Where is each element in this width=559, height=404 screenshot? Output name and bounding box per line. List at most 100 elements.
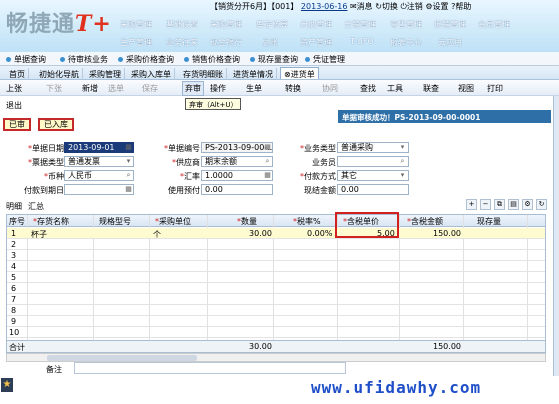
menu-item[interactable]: 采购管理: [210, 19, 242, 30]
menu-item[interactable]: 业务往来: [166, 37, 198, 48]
table-row[interactable]: 7: [7, 294, 545, 305]
tab-inbound[interactable]: 采购入库单: [128, 68, 175, 80]
menu-item[interactable]: 资产管理: [300, 37, 332, 48]
insert-row-icon[interactable]: +: [466, 199, 477, 210]
menu-item[interactable]: 现金银行: [210, 37, 242, 48]
calendar-icon[interactable]: ▦: [124, 143, 133, 152]
menu-item[interactable]: 基础设置: [166, 19, 198, 30]
table-row[interactable]: 10: [7, 327, 545, 338]
menu-item[interactable]: 总账: [262, 37, 278, 48]
messages-icon[interactable]: ✉: [350, 2, 357, 11]
calendar-icon[interactable]: ▦: [124, 185, 133, 194]
tab-detail[interactable]: 明细: [6, 201, 22, 212]
next-button[interactable]: 下张: [46, 83, 62, 94]
cell-qty[interactable]: 30.00: [249, 229, 272, 238]
prepay-field[interactable]: 0.00: [201, 184, 273, 195]
settings-link[interactable]: 设置: [433, 2, 449, 11]
favorite-star-icon[interactable]: ★: [1, 378, 13, 392]
select-button[interactable]: 选单: [108, 83, 124, 94]
link-query-button[interactable]: 联查: [423, 83, 439, 94]
quick-item[interactable]: 待审核业务: [60, 54, 108, 65]
help-link[interactable]: 帮助: [455, 2, 471, 11]
quick-item[interactable]: 单据查询: [6, 54, 46, 65]
menu-item[interactable]: 生产管理: [120, 37, 152, 48]
table-row[interactable]: 6: [7, 283, 545, 294]
tools-button[interactable]: 工具: [387, 83, 403, 94]
menu-item[interactable]: 会员管理: [478, 19, 510, 30]
table-row[interactable]: 5: [7, 272, 545, 283]
copy-row-icon[interactable]: ⧉: [494, 199, 505, 210]
quick-item[interactable]: 销售价格查询: [184, 54, 240, 65]
menu-item[interactable]: 报表中心: [390, 37, 422, 48]
generate-button[interactable]: 生单: [246, 83, 262, 94]
quick-item[interactable]: 凭证管理: [305, 54, 345, 65]
unapprove-button[interactable]: 弃审: [182, 81, 204, 96]
collab-button[interactable]: 协同: [322, 83, 338, 94]
col-header-unit[interactable]: *采购单位: [155, 216, 191, 227]
table-row[interactable]: 2: [7, 239, 545, 250]
col-header-amount[interactable]: *含税金额: [407, 216, 443, 227]
settings-icon[interactable]: ⚙: [425, 2, 432, 11]
search-icon[interactable]: ⌕: [124, 171, 133, 180]
dropdown-arrow-icon[interactable]: ▾: [398, 143, 407, 152]
prev-button[interactable]: 上张: [6, 83, 22, 94]
search-icon[interactable]: ⌕: [263, 157, 272, 166]
menu-item[interactable]: 采购管理: [120, 19, 152, 30]
col-header-name[interactable]: *存货名称: [33, 216, 69, 227]
col-header-qty[interactable]: *数量: [237, 216, 257, 227]
menu-item[interactable]: 促销管理: [434, 19, 466, 30]
view-button[interactable]: 视图: [458, 83, 474, 94]
menu-item[interactable]: 零售管理: [390, 19, 422, 30]
new-button[interactable]: 新增: [82, 83, 98, 94]
remark-field[interactable]: [74, 362, 346, 374]
switch-link[interactable]: 切换: [382, 2, 398, 11]
tab-purchase-order[interactable]: ⊗进货单: [280, 67, 319, 79]
messages-link[interactable]: 消息: [357, 2, 373, 11]
tab-home[interactable]: 首页: [6, 68, 29, 80]
print-button[interactable]: 打印: [487, 83, 503, 94]
calendar-icon[interactable]: ▦: [263, 143, 272, 152]
dropdown-arrow-icon[interactable]: ▾: [124, 157, 133, 166]
paste-row-icon[interactable]: ▤: [508, 199, 519, 210]
tab-purchase[interactable]: 采购管理: [86, 68, 125, 80]
menu-item[interactable]: T-UFO: [350, 37, 374, 46]
cell-tax[interactable]: 0.00%: [307, 229, 332, 238]
dropdown-arrow-icon[interactable]: ▾: [398, 171, 407, 180]
calculator-icon[interactable]: ▦: [263, 171, 272, 180]
horizontal-scrollbar[interactable]: [6, 353, 546, 362]
col-header-tax[interactable]: *税率%: [293, 216, 321, 227]
menu-item[interactable]: 库存核算: [256, 19, 288, 30]
quick-item[interactable]: 采购价格查询: [118, 54, 174, 65]
tab-init-nav[interactable]: 初始化导航: [36, 68, 83, 80]
refresh-icon[interactable]: ↻: [536, 199, 547, 210]
settings-icon[interactable]: ⚙: [522, 199, 533, 210]
exit-link[interactable]: 退出: [6, 100, 22, 111]
menu-item[interactable]: 分销管理: [344, 19, 376, 30]
menu-item[interactable]: 云应用: [438, 37, 462, 48]
save-button[interactable]: 保存: [142, 83, 158, 94]
cash-field[interactable]: 0.00: [337, 184, 409, 195]
operate-button[interactable]: 操作: [210, 83, 226, 94]
scrollbar-thumb[interactable]: [47, 355, 197, 361]
menu-item[interactable]: 出纳管理: [300, 19, 332, 30]
cell-amount[interactable]: 150.00: [433, 229, 461, 238]
col-header-no[interactable]: 序号: [9, 216, 25, 227]
delete-row-icon[interactable]: −: [480, 199, 491, 210]
logout-link[interactable]: 注销: [407, 2, 423, 11]
table-row[interactable]: 8: [7, 305, 545, 316]
tab-stock-detail[interactable]: 存货明细账: [180, 68, 227, 80]
close-icon[interactable]: ⊗: [284, 70, 291, 79]
find-button[interactable]: 查找: [360, 83, 376, 94]
table-row[interactable]: 4: [7, 261, 545, 272]
switch-icon[interactable]: ↻: [375, 2, 382, 11]
convert-button[interactable]: 转换: [285, 83, 301, 94]
table-row[interactable]: 9: [7, 316, 545, 327]
col-header-stock[interactable]: 现存量: [477, 216, 501, 227]
col-header-spec[interactable]: 规格型号: [99, 216, 131, 227]
table-row[interactable]: 3: [7, 250, 545, 261]
tab-summary[interactable]: 汇总: [28, 201, 44, 212]
login-date[interactable]: 2013-06-16: [301, 2, 348, 11]
tab-purchase-status[interactable]: 进货单情况: [230, 68, 277, 80]
search-icon[interactable]: ⌕: [398, 157, 407, 166]
table-row[interactable]: 1 杯子 个 30.00 0.00% 5.00 150.00: [7, 228, 545, 239]
